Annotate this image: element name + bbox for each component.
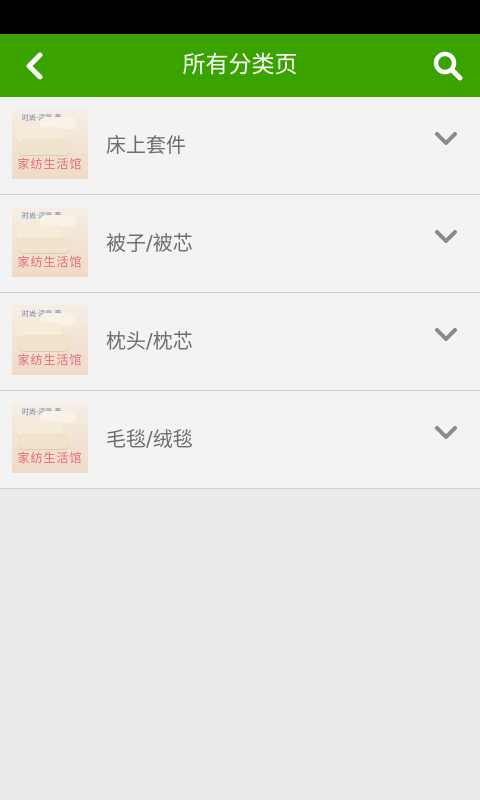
category-row[interactable]: 时尚·温暖·春 家纺生活馆 被子/被芯 — [0, 195, 480, 293]
thumbnail-banner: 家纺生活馆 — [17, 157, 83, 171]
category-list: 时尚·温暖·春 家纺生活馆 床上套件 时尚·温暖·春 家纺生活馆 被子/被芯 时… — [0, 97, 480, 489]
category-row[interactable]: 时尚·温暖·春 家纺生活馆 床上套件 — [0, 97, 480, 195]
page-title: 所有分类页 — [182, 52, 298, 78]
category-label: 床上套件 — [106, 133, 186, 157]
category-label: 被子/被芯 — [106, 231, 193, 255]
chevron-down-icon[interactable] — [434, 225, 458, 249]
status-bar — [0, 0, 480, 34]
category-thumbnail: 时尚·温暖·春 家纺生活馆 — [12, 403, 88, 473]
category-row[interactable]: 时尚·温暖·春 家纺生活馆 毛毯/绒毯 — [0, 391, 480, 489]
search-button[interactable] — [430, 48, 466, 84]
category-thumbnail: 时尚·温暖·春 家纺生活馆 — [12, 109, 88, 179]
app-header: 所有分类页 — [0, 34, 480, 97]
chevron-down-icon[interactable] — [434, 127, 458, 151]
category-thumbnail: 时尚·温暖·春 家纺生活馆 — [12, 305, 88, 375]
thumbnail-banner: 家纺生活馆 — [17, 255, 83, 269]
chevron-down-icon[interactable] — [434, 421, 458, 445]
category-row[interactable]: 时尚·温暖·春 家纺生活馆 枕头/枕芯 — [0, 293, 480, 391]
thumbnail-banner: 家纺生活馆 — [17, 353, 83, 367]
category-thumbnail: 时尚·温暖·春 家纺生活馆 — [12, 207, 88, 277]
chevron-down-icon[interactable] — [434, 323, 458, 347]
category-label: 枕头/枕芯 — [106, 329, 193, 353]
search-icon — [433, 51, 463, 81]
thumbnail-banner: 家纺生活馆 — [17, 451, 83, 465]
category-label: 毛毯/绒毯 — [106, 427, 193, 451]
